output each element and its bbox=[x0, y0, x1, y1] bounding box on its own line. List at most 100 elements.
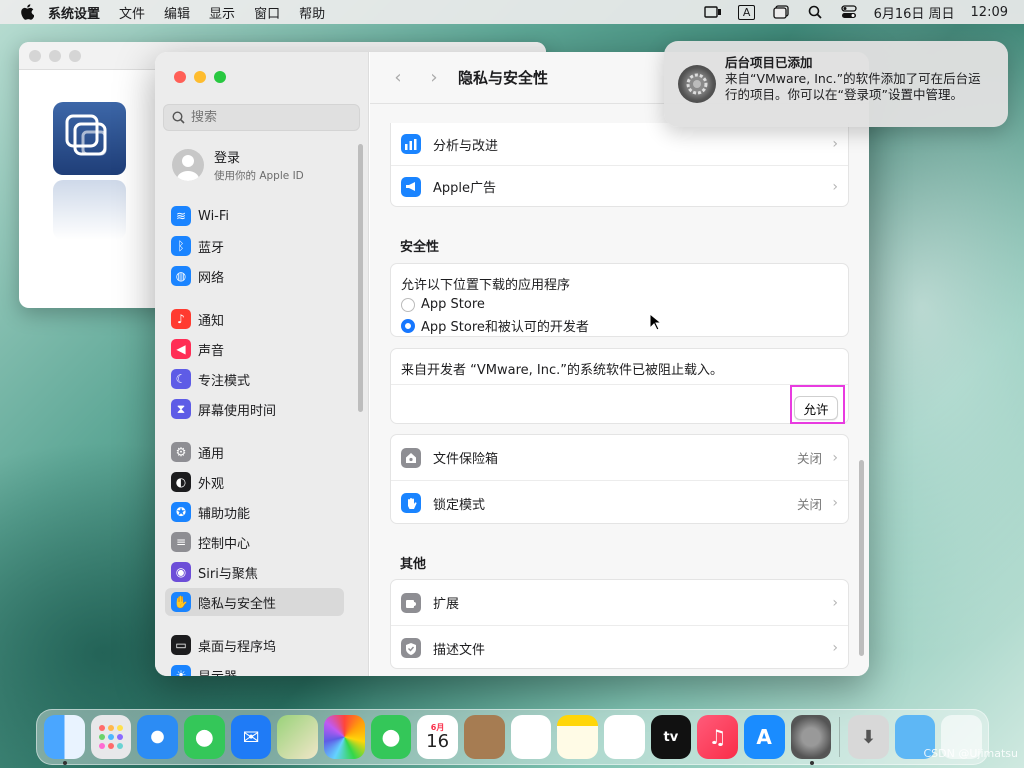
sidebar-item-5[interactable]: ☾ 专注模式 bbox=[165, 365, 344, 393]
forward-chevron-icon[interactable]: › bbox=[424, 67, 444, 88]
account-title: 登录 bbox=[214, 151, 241, 166]
messages-icon[interactable]: ● bbox=[183, 715, 225, 759]
sidebar-item-11[interactable]: ◉ Siri与聚焦 bbox=[165, 558, 344, 586]
inactive-zoom-button[interactable] bbox=[69, 49, 81, 62]
sidebar-item-14[interactable]: ☀ 显示器 bbox=[165, 661, 344, 676]
sidebar-item-9[interactable]: ✪ 辅助功能 bbox=[165, 498, 344, 526]
apple-menu-icon[interactable] bbox=[20, 3, 38, 21]
inactive-minimize-button[interactable] bbox=[49, 49, 61, 62]
row-filevault[interactable]: 文件保险箱 关闭 › bbox=[391, 435, 848, 480]
sidebar-item-7[interactable]: ⚙ 通用 bbox=[165, 438, 344, 466]
contacts-icon[interactable] bbox=[463, 715, 505, 759]
siri-icon: ◉ bbox=[171, 562, 191, 582]
radio-app-store-identified[interactable]: App Store和被认可的开发者 bbox=[401, 316, 848, 335]
mouse-cursor-icon bbox=[649, 313, 661, 331]
sidebar-item-label: 辅助功能 bbox=[198, 506, 251, 522]
row-extensions[interactable]: 扩展 › bbox=[391, 580, 848, 625]
sidebar-scrollbar[interactable] bbox=[358, 144, 363, 412]
main-scrollbar[interactable] bbox=[859, 460, 864, 656]
app-store-icon[interactable]: A bbox=[743, 715, 785, 759]
sidebar-item-10[interactable]: ≡ 控制中心 bbox=[165, 528, 344, 556]
menu-file[interactable]: 文件 bbox=[119, 3, 145, 22]
inactive-close-button[interactable] bbox=[29, 49, 41, 62]
menu-help[interactable]: 帮助 bbox=[299, 3, 325, 22]
sidebar-item-4[interactable]: ◀ 声音 bbox=[165, 335, 344, 363]
checkmark-shield-icon bbox=[401, 638, 421, 658]
reminders-icon[interactable] bbox=[510, 715, 552, 759]
minimize-button[interactable] bbox=[194, 71, 206, 83]
other-card: 扩展 › 描述文件 › bbox=[390, 579, 849, 669]
sidebar-item-label: 隐私与安全性 bbox=[198, 596, 277, 612]
vmware-logo-icon bbox=[53, 102, 126, 175]
sidebar-item-8[interactable]: ◐ 外观 bbox=[165, 468, 344, 496]
freeform-icon[interactable] bbox=[603, 715, 645, 759]
music-icon[interactable]: ♫ bbox=[697, 715, 738, 759]
notification-banner[interactable]: 后台项目已添加 来自“VMware, Inc.”的软件添加了可在后台运行的项目。… bbox=[664, 41, 1008, 127]
running-indicator bbox=[809, 761, 814, 765]
sidebar-item-2[interactable]: ◍ 网络 bbox=[165, 262, 344, 290]
vmware-logo-reflection bbox=[53, 180, 126, 240]
row-label: 扩展 bbox=[433, 597, 460, 612]
finder-icon[interactable] bbox=[44, 715, 85, 765]
sidebar-item-label: Wi-Fi bbox=[198, 208, 230, 224]
input-source-icon[interactable]: A bbox=[737, 4, 756, 20]
allow-downloads-label: 允许以下位置下载的应用程序 bbox=[401, 278, 571, 293]
sidebar-item-12[interactable]: ✋ 隐私与安全性 bbox=[165, 588, 344, 616]
chevron-right-icon: › bbox=[832, 495, 838, 511]
search-input[interactable] bbox=[191, 110, 351, 125]
system-settings-icon[interactable] bbox=[790, 715, 832, 765]
menu-window[interactable]: 窗口 bbox=[254, 3, 280, 22]
radio-button-selected[interactable] bbox=[401, 318, 415, 333]
sidebar-item-label: 网络 bbox=[198, 270, 225, 286]
menu-edit[interactable]: 编辑 bbox=[164, 3, 190, 22]
menu-clock[interactable]: 12:09 bbox=[971, 5, 1008, 20]
menu-date[interactable]: 6月16日 周日 bbox=[874, 3, 955, 22]
downloads-icon[interactable]: ⬇ bbox=[848, 715, 889, 759]
sidebar-item-0[interactable]: ≋ Wi-Fi bbox=[165, 202, 344, 230]
apple-id-account[interactable]: 登录 使用你的 Apple ID bbox=[172, 147, 304, 183]
control-center-icon[interactable] bbox=[840, 5, 858, 19]
running-indicator bbox=[63, 761, 67, 765]
sidebar-item-label: 蓝牙 bbox=[198, 240, 225, 256]
screen-mirroring-icon[interactable] bbox=[703, 5, 722, 19]
sidebar-item-6[interactable]: ⧗ 屏幕使用时间 bbox=[165, 395, 344, 423]
launchpad-icon[interactable] bbox=[90, 715, 132, 759]
dock: ● ✉ ● 6月 16 tv ♫ A ⬇ bbox=[36, 709, 989, 765]
row-profiles[interactable]: 描述文件 › bbox=[391, 625, 848, 670]
chevron-right-icon: › bbox=[832, 178, 838, 195]
row-apple-ads[interactable]: Apple广告 › bbox=[391, 165, 848, 207]
mail-icon[interactable]: ✉ bbox=[230, 715, 272, 759]
sidebar-item-label: 桌面与程序坞 bbox=[198, 639, 277, 655]
allow-button[interactable]: 允许 bbox=[794, 396, 838, 420]
sidebar-item-3[interactable]: ♪ 通知 bbox=[165, 305, 344, 333]
menu-app-name[interactable]: 系统设置 bbox=[48, 3, 100, 22]
spotlight-search-icon[interactable] bbox=[806, 5, 824, 19]
facetime-icon[interactable]: ● bbox=[370, 715, 412, 759]
notification-title: 后台项目已添加 bbox=[725, 55, 813, 70]
sidebar-item-label: Siri与聚焦 bbox=[198, 566, 258, 582]
close-button[interactable] bbox=[174, 71, 186, 83]
menu-view[interactable]: 显示 bbox=[209, 3, 235, 22]
back-chevron-icon[interactable]: ‹ bbox=[388, 67, 408, 88]
row-analytics[interactable]: 分析与改进 › bbox=[391, 123, 848, 165]
maps-icon[interactable] bbox=[277, 715, 318, 759]
dock-separator bbox=[839, 717, 841, 757]
radio-app-store[interactable]: App Store bbox=[401, 297, 848, 312]
radio-button[interactable] bbox=[401, 297, 415, 312]
tv-icon[interactable]: tv bbox=[650, 715, 692, 759]
safari-icon[interactable] bbox=[137, 715, 178, 759]
notification-body: 来自“VMware, Inc.”的软件添加了可在后台运行的项目。你可以在“登录项… bbox=[725, 71, 981, 102]
sidebar-item-13[interactable]: ▭ 桌面与程序坞 bbox=[165, 631, 344, 659]
stage-manager-icon[interactable] bbox=[772, 5, 790, 19]
search-field[interactable] bbox=[163, 104, 360, 131]
notes-icon[interactable] bbox=[557, 715, 598, 759]
row-lockdown-mode[interactable]: 锁定模式 关闭 › bbox=[391, 480, 848, 525]
sidebar: 登录 使用你的 Apple ID ≋ Wi-Fi ᛒ 蓝牙 ◍ 网络 ♪ 通知 ◀ 声音 ☾ 专注模式… bbox=[155, 52, 369, 676]
zoom-button[interactable] bbox=[214, 71, 226, 83]
row-label: 分析与改进 bbox=[433, 138, 499, 154]
calendar-icon[interactable]: 6月 16 bbox=[417, 715, 458, 759]
other-heading: 其他 bbox=[400, 557, 427, 572]
blocked-software-card: 来自开发者 “VMware, Inc.”的系统软件已被阻止载入。 允许 bbox=[390, 348, 849, 424]
sidebar-item-1[interactable]: ᛒ 蓝牙 bbox=[165, 232, 344, 260]
photos-icon[interactable] bbox=[323, 715, 365, 759]
